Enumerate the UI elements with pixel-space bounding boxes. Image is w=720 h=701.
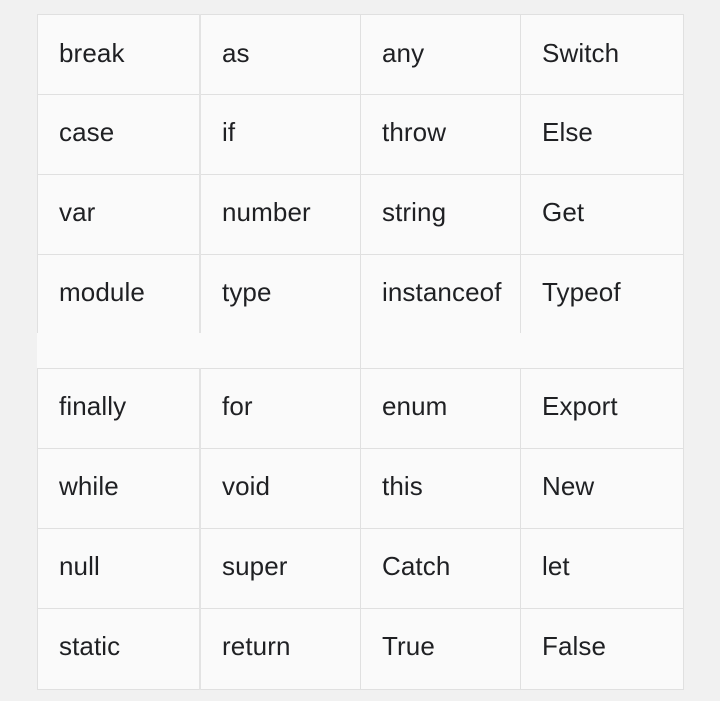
cell-text: any xyxy=(382,38,425,68)
table-cell: enum xyxy=(360,368,520,448)
table-cell: this xyxy=(360,448,520,528)
table-cell: super xyxy=(200,528,360,608)
cell-text: True xyxy=(382,631,435,661)
table-cell: Switch xyxy=(520,15,684,94)
table-cell: as xyxy=(200,15,360,94)
cell-text: enum xyxy=(382,391,448,421)
cell-text: super xyxy=(222,551,288,581)
cell-text: null xyxy=(59,551,100,581)
cell-text: for xyxy=(222,391,253,421)
table-border-left xyxy=(37,254,38,333)
cell-text: void xyxy=(222,471,271,501)
table-cell: any xyxy=(360,15,520,94)
table-border-left xyxy=(37,14,38,254)
table-cell: module xyxy=(37,254,200,368)
table-cell: void xyxy=(200,448,360,528)
cell-text: return xyxy=(222,631,291,661)
table-cell: string xyxy=(360,174,520,254)
cell-text: New xyxy=(542,471,595,501)
table-cell: return xyxy=(200,608,360,688)
table-cell: for xyxy=(200,368,360,448)
cell-text: string xyxy=(382,197,447,227)
table-cell: Catch xyxy=(360,528,520,608)
table-cell: Get xyxy=(520,174,684,254)
table-cell: finally xyxy=(37,368,200,448)
column-divider xyxy=(199,254,201,333)
column-divider xyxy=(520,14,521,254)
programming-keywords-table: break as any Switch case if throw Else v… xyxy=(37,14,684,690)
column-divider xyxy=(520,254,521,333)
table-cell: False xyxy=(520,608,684,688)
table-cell: break xyxy=(37,15,200,94)
table-cell: while xyxy=(37,448,200,528)
cell-text: let xyxy=(542,551,570,581)
table-cell: case xyxy=(37,94,200,174)
cell-text: type xyxy=(222,277,272,307)
cell-text: Catch xyxy=(382,551,451,581)
table-cell: number xyxy=(200,174,360,254)
cell-text: Typeof xyxy=(542,277,621,307)
cell-text: instanceof xyxy=(382,277,502,307)
table-cell: True xyxy=(360,608,520,688)
table-cell: instanceof xyxy=(360,254,520,368)
cell-text: as xyxy=(222,38,250,68)
cell-text: False xyxy=(542,631,607,661)
table-cell: Else xyxy=(520,94,684,174)
cell-text: Export xyxy=(542,391,618,421)
cell-text: while xyxy=(59,471,119,501)
table-cell: var xyxy=(37,174,200,254)
cell-text: var xyxy=(59,197,96,227)
table-cell: Typeof xyxy=(520,254,684,368)
table-border-right xyxy=(683,14,684,690)
cell-text: Else xyxy=(542,117,593,147)
cell-text: Switch xyxy=(542,38,620,68)
table-cell: static xyxy=(37,608,200,688)
table-cell: if xyxy=(200,94,360,174)
column-divider xyxy=(199,368,201,690)
column-divider xyxy=(199,14,201,254)
table-cell: null xyxy=(37,528,200,608)
table-cell: throw xyxy=(360,94,520,174)
table-cell: Export xyxy=(520,368,684,448)
table-grid: break as any Switch case if throw Else v… xyxy=(37,14,684,690)
table-cell: New xyxy=(520,448,684,528)
cell-text: Get xyxy=(542,197,585,227)
cell-text: break xyxy=(59,38,125,68)
cell-text: static xyxy=(59,631,121,661)
cell-text: throw xyxy=(382,117,447,147)
table-cell: let xyxy=(520,528,684,608)
table-border-left xyxy=(37,368,38,690)
cell-text: this xyxy=(382,471,423,501)
column-divider xyxy=(360,14,361,690)
cell-text: finally xyxy=(59,391,127,421)
cell-text: case xyxy=(59,117,115,147)
cell-text: number xyxy=(222,197,311,227)
cell-text: if xyxy=(222,117,236,147)
column-divider xyxy=(520,368,521,690)
table-cell: type xyxy=(200,254,360,368)
cell-text: module xyxy=(59,277,145,307)
